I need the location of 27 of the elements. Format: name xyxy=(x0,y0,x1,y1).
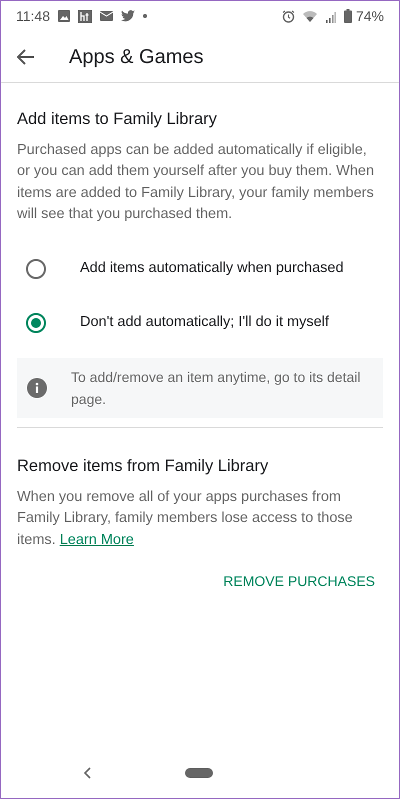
info-text: To add/remove an item anytime, go to its detail page. xyxy=(71,368,362,409)
status-time: 11:48 xyxy=(16,6,50,26)
section-description: When you remove all of your apps purchases from Family Library, family members lose access to those items. Learn More xyxy=(17,488,354,550)
news-icon xyxy=(78,10,92,22)
nav-back-button[interactable] xyxy=(83,767,91,779)
radio-button[interactable] xyxy=(26,312,46,333)
back-button[interactable] xyxy=(17,48,35,64)
section-description: Purchased apps can be added automatically if eligible, or you can add them yourself after you buy them. When items are added to Family Library, your family members will see that you purchased them. xyxy=(17,140,376,224)
wifi-icon xyxy=(302,10,317,22)
radio-button[interactable] xyxy=(26,258,46,279)
image-icon xyxy=(58,10,70,22)
mail-icon xyxy=(100,11,113,21)
section-title: Add items to Family Library xyxy=(17,109,218,130)
home-handle[interactable] xyxy=(185,768,213,778)
battery-icon xyxy=(344,9,352,23)
learn-more-link[interactable]: Learn More xyxy=(60,532,134,548)
dot-icon xyxy=(143,14,147,18)
screen-title: Apps & Games xyxy=(69,44,204,70)
info-icon xyxy=(27,378,47,398)
radio-option[interactable]: Add items automatically when purchased xyxy=(17,242,383,296)
bird-icon xyxy=(121,10,135,22)
alarm-icon xyxy=(282,10,295,22)
battery-level: 74% xyxy=(356,6,384,26)
section-title: Remove items from Family Library xyxy=(17,456,270,477)
remove-purchases-button[interactable]: REMOVE PURCHASES xyxy=(219,567,379,596)
signal-icon xyxy=(324,10,336,22)
radio-option[interactable]: Don't add automatically; I'll do it myself xyxy=(17,296,383,350)
